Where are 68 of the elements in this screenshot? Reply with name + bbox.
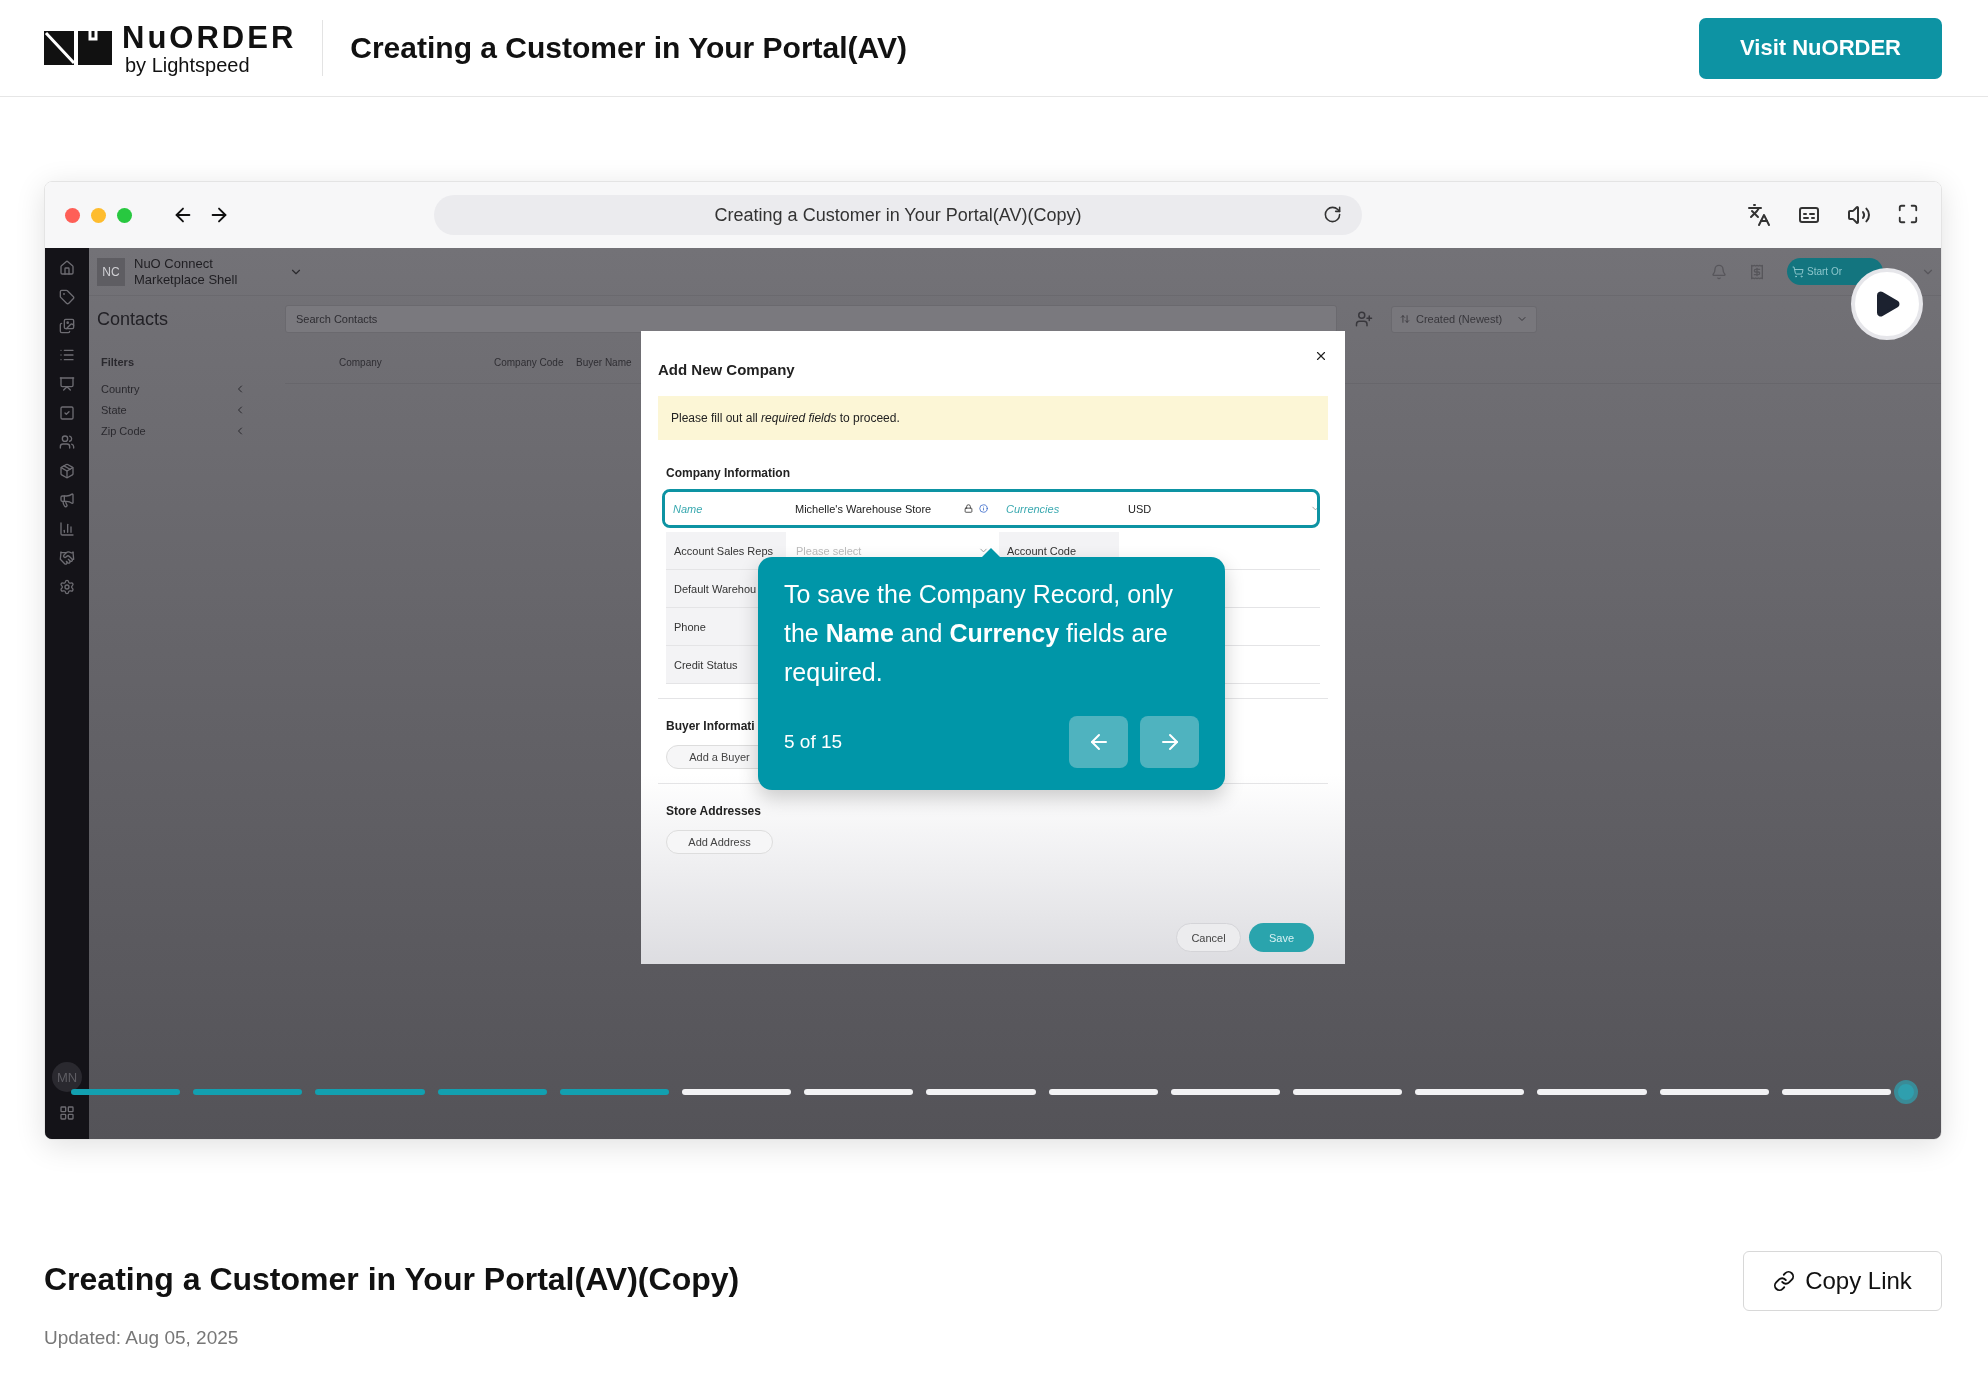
input-field[interactable]: Michelle's Warehouse Store — [785, 492, 998, 525]
updated-date: Updated: Aug 05, 2025 — [44, 1327, 240, 1349]
users-icon[interactable] — [59, 434, 75, 450]
section-heading: Store Addresses — [666, 804, 762, 818]
required-fields-alert: Please fill out all required fields to proceed. — [658, 396, 1328, 440]
add-user-icon[interactable] — [1355, 310, 1373, 328]
filter-item[interactable]: State — [101, 404, 246, 416]
settings-icon[interactable] — [59, 579, 75, 595]
close-dot-icon — [65, 207, 80, 223]
account-avatar: NC — [97, 257, 125, 286]
search-field[interactable]: Search Contacts — [285, 305, 1337, 333]
tooltip-text: To save the Company Record, only the Name and Currency fields are required. — [784, 579, 1175, 688]
progress-segment[interactable] — [1170, 1089, 1281, 1095]
column-header: Buyer Name — [576, 357, 633, 368]
field-label: Account Sales Reps — [666, 532, 786, 569]
checkbox-icon[interactable] — [59, 405, 75, 421]
minimize-dot-icon — [91, 207, 106, 223]
account-name: NuO Connect Marketplace Shell — [134, 255, 239, 288]
maximize-dot-icon — [117, 207, 132, 223]
tag-icon[interactable] — [59, 289, 75, 305]
progress-handle[interactable] — [1894, 1080, 1918, 1104]
bar-chart-icon[interactable] — [59, 521, 75, 537]
step-counter: 5 of 15 — [784, 731, 844, 753]
grid-icon[interactable] — [59, 1105, 75, 1121]
megaphone-icon[interactable] — [59, 492, 75, 508]
box-icon[interactable] — [59, 463, 75, 479]
previous-button[interactable] — [1069, 716, 1128, 768]
logo-tagline: by Lightspeed — [125, 54, 251, 75]
translate-icon[interactable] — [1747, 203, 1771, 227]
cart-icon — [1792, 265, 1804, 278]
start-order-button[interactable]: Start Or — [1787, 258, 1883, 285]
column-header: Company Code — [494, 357, 565, 368]
images-icon[interactable] — [59, 318, 75, 334]
section-heading: Buyer Informati — [666, 719, 756, 733]
section-title: Contacts — [97, 308, 170, 330]
list-icon[interactable] — [59, 347, 75, 363]
progress-segment[interactable] — [1781, 1089, 1892, 1095]
filter-item[interactable]: Zip Code — [101, 425, 246, 437]
select-field[interactable]: USD — [1118, 492, 1317, 525]
logo-icon — [44, 31, 112, 65]
select-field[interactable]: Please select — [786, 532, 999, 569]
link-icon — [1773, 1270, 1796, 1292]
handshake-icon[interactable] — [59, 550, 75, 566]
presentation-icon[interactable] — [59, 376, 75, 392]
save-button[interactable]: Save — [1249, 923, 1314, 952]
dialog-title: Add New Company — [658, 361, 795, 378]
fullscreen-icon[interactable] — [1897, 203, 1919, 225]
copy-link-button[interactable]: Copy Link — [1743, 1251, 1942, 1311]
info-icon — [979, 504, 988, 513]
home-icon[interactable] — [59, 260, 75, 276]
cancel-button[interactable]: Cancel — [1176, 923, 1241, 952]
filters-title: Filters — [101, 356, 135, 368]
add-button[interactable]: Add Address — [666, 830, 773, 854]
video-title: Creating a Customer in Your Portal(AV)(Copy) — [44, 1261, 740, 1298]
reload-icon[interactable] — [1323, 205, 1342, 224]
lock-icon — [964, 504, 973, 513]
close-icon[interactable] — [1314, 349, 1328, 363]
logo-wordmark: NuORDER — [122, 21, 297, 53]
filter-item[interactable]: Country — [101, 383, 246, 395]
page-title: Creating a Customer in Your Portal(AV) — [350, 31, 909, 65]
visit-button[interactable]: Visit NuORDER — [1699, 17, 1942, 79]
section-heading: Company Information — [666, 466, 791, 480]
sort-dropdown[interactable]: Created (Newest) — [1391, 305, 1537, 333]
volume-icon[interactable] — [1847, 203, 1871, 227]
sort-icon — [1400, 314, 1410, 324]
address-bar: Creating a Customer in Your Portal(AV)(Copy) — [434, 195, 1362, 235]
column-header: Company — [339, 357, 383, 368]
next-button[interactable] — [1140, 716, 1199, 768]
